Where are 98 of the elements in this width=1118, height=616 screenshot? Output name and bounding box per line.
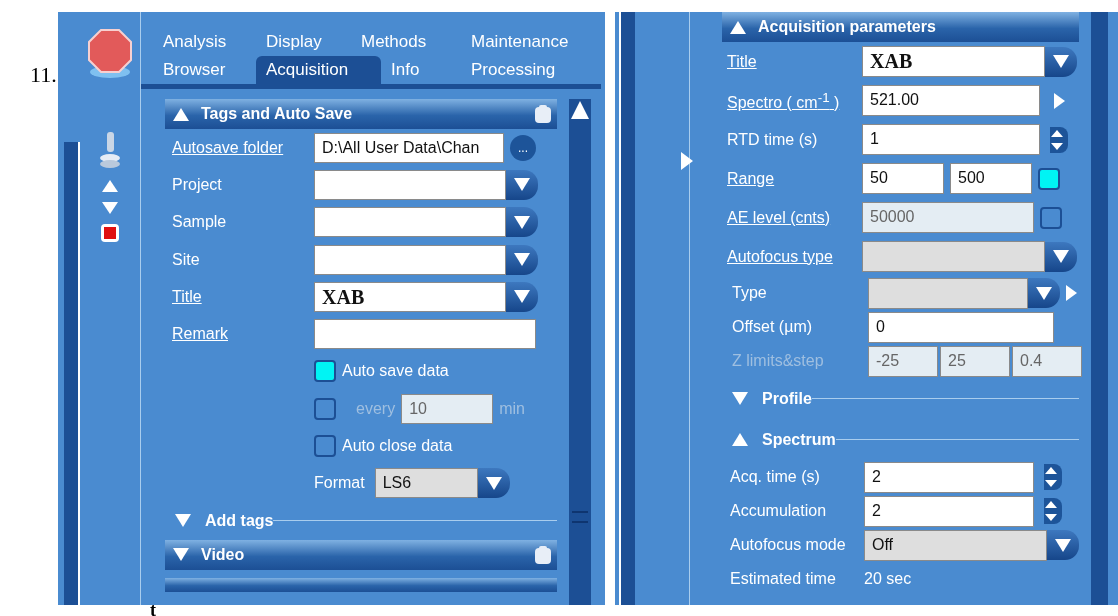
section-header[interactable] xyxy=(165,577,557,592)
expand-arrow-icon[interactable] xyxy=(681,152,693,170)
section-header[interactable]: Video xyxy=(165,539,557,570)
field-label: Acq. time (s) xyxy=(730,468,820,485)
up-triangle-icon xyxy=(730,20,746,34)
field-label-link[interactable]: Title xyxy=(172,287,202,305)
text-fragment: t xyxy=(150,603,156,616)
tab[interactable]: Processing xyxy=(461,56,566,84)
caret-icon xyxy=(514,215,530,229)
dropdown-field[interactable]: Off xyxy=(864,529,1047,561)
down-triangle-icon xyxy=(732,392,748,405)
dropdown-button[interactable] xyxy=(1047,530,1079,560)
subsection-toggle[interactable]: Add tags xyxy=(175,511,274,530)
dropdown-field[interactable]: XAB xyxy=(314,281,506,312)
field-label: Autofocus mode xyxy=(730,536,846,553)
subsection-toggle[interactable]: Spectrum xyxy=(732,430,836,449)
caret-icon xyxy=(514,253,530,267)
text-field[interactable]: 521.00 xyxy=(862,85,1040,116)
field-label: Accumulation xyxy=(730,502,827,519)
field-label-link[interactable]: Spectro ( cm$^{-1}$ ) xyxy=(727,93,840,111)
field-label-link[interactable]: Remark xyxy=(172,325,228,343)
field-label-link[interactable]: Autosave folder xyxy=(172,138,284,156)
dropdown-field[interactable] xyxy=(314,169,506,200)
dropdown-button[interactable] xyxy=(477,468,510,499)
field-label-link[interactable]: Title xyxy=(727,52,757,70)
stop-button[interactable] xyxy=(101,224,119,242)
caret-icon xyxy=(1055,538,1071,552)
caret-icon xyxy=(514,290,530,304)
joystick-icon[interactable] xyxy=(99,130,121,170)
tab[interactable]: Analysis xyxy=(153,28,256,56)
caret-icon xyxy=(514,178,530,192)
next-arrow-icon[interactable] xyxy=(1066,285,1077,301)
field-label-link[interactable]: Range xyxy=(727,169,775,187)
caret-icon xyxy=(485,476,502,490)
checkbox[interactable] xyxy=(314,360,336,383)
format-dropdown-field[interactable]: LS6 xyxy=(374,468,478,499)
range-field[interactable]: 500 xyxy=(950,163,1032,194)
dropdown-button[interactable] xyxy=(1028,278,1060,308)
scrollbar[interactable] xyxy=(1091,12,1108,605)
tab[interactable]: Methods xyxy=(351,28,461,56)
grip-icon[interactable] xyxy=(572,511,588,523)
unit-label: min xyxy=(499,399,525,418)
up-triangle-icon xyxy=(732,433,748,446)
folder-field[interactable]: D:\All User Data\Chan xyxy=(314,132,504,163)
caret-icon xyxy=(1053,250,1069,263)
tab[interactable]: Maintenance xyxy=(461,28,579,56)
down-triangle-icon xyxy=(175,514,191,528)
dropdown-button[interactable] xyxy=(506,169,538,200)
text-field[interactable]: 0 xyxy=(868,311,1054,343)
dropdown-field[interactable] xyxy=(314,244,506,275)
tab[interactable]: Browser xyxy=(153,56,256,84)
dropdown-button[interactable] xyxy=(1045,46,1077,77)
field-label: Estimated time xyxy=(730,570,836,587)
checkbox[interactable] xyxy=(314,435,336,457)
text-field[interactable] xyxy=(314,319,536,350)
number-field[interactable]: 2 xyxy=(864,495,1034,527)
section-header[interactable]: Acquisition parameters xyxy=(722,12,1079,42)
number-field[interactable]: 2 xyxy=(864,461,1034,493)
down-triangle-icon xyxy=(173,548,189,562)
field-label: Type xyxy=(732,284,767,301)
field-label: Offset (µm) xyxy=(732,318,813,335)
format-label: Format xyxy=(314,474,365,493)
up-triangle-icon xyxy=(173,107,189,121)
scroll-up-arrow-icon[interactable] xyxy=(570,99,590,121)
tab[interactable]: Display xyxy=(256,28,351,56)
field-label: Site xyxy=(172,250,200,268)
dropdown-field[interactable]: XAB xyxy=(862,46,1045,77)
clipboard-icon[interactable] xyxy=(535,105,551,123)
dropdown-button[interactable] xyxy=(506,244,538,275)
tab[interactable]: Acquisition xyxy=(256,56,381,84)
dropdown-button[interactable] xyxy=(506,207,538,238)
clipboard-icon[interactable] xyxy=(535,545,551,564)
dropdown-field[interactable] xyxy=(314,207,506,238)
tab[interactable]: Info xyxy=(381,56,461,84)
next-arrow-icon[interactable] xyxy=(1054,92,1065,109)
scrollbar[interactable] xyxy=(569,99,591,605)
caret-icon xyxy=(1053,55,1069,68)
field-label: Project xyxy=(172,175,222,193)
stop-all-icon[interactable] xyxy=(87,28,133,80)
interval-label: every xyxy=(356,399,396,418)
subsection-toggle[interactable]: Profile xyxy=(732,389,812,408)
section-header[interactable]: Tags and Auto Save xyxy=(165,99,557,129)
up-arrow-icon[interactable] xyxy=(102,180,118,192)
down-arrow-icon[interactable] xyxy=(102,202,118,214)
estimated-time-value: 20 sec xyxy=(864,570,912,588)
list-number: 11. xyxy=(30,62,57,87)
dropdown-button[interactable] xyxy=(506,281,538,312)
caret-icon xyxy=(1036,286,1052,300)
checkbox[interactable] xyxy=(1038,167,1060,190)
checkbox-label: Auto save data xyxy=(342,362,449,381)
field-label: RTD time (s) xyxy=(727,130,818,148)
range-field[interactable]: 50 xyxy=(862,163,944,194)
checkbox-label: Auto close data xyxy=(342,437,453,455)
dropdown-button[interactable] xyxy=(1045,241,1077,272)
field-label: Sample xyxy=(172,213,227,231)
browse-button[interactable]: ... xyxy=(510,134,536,161)
number-field[interactable]: 1 xyxy=(862,124,1040,155)
field-label: Z limits&step xyxy=(732,352,824,369)
